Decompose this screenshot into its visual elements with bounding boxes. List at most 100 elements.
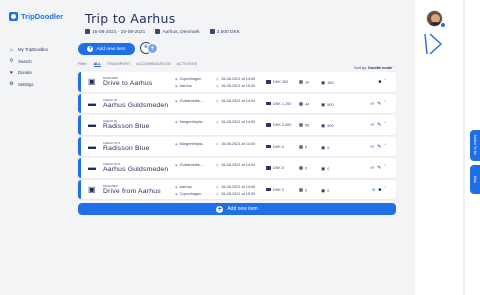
sort-value: Doodle mode (368, 66, 393, 70)
list-item[interactable]: ▣ ROADTRIP Drive from Aarhus Aarhus Cope… (78, 179, 396, 199)
scrollbar[interactable] (463, 0, 465, 295)
bed-icon: ▬ (88, 163, 96, 172)
link-icon[interactable]: ∞ (372, 187, 376, 193)
chevron-down-icon[interactable]: ˇ (384, 122, 386, 128)
item-co2: 56 (299, 123, 309, 128)
add-new-item-button[interactable]: + Add new item (78, 43, 135, 55)
tab-notes-todo[interactable]: Notes/ To Do (470, 130, 480, 161)
item-end: 15-08-2021 at 15:30 (216, 84, 255, 88)
item-co2: 10 (299, 80, 309, 85)
tab-activities[interactable]: ACTIVITIES (177, 62, 198, 67)
trip-budget-text: 3,500 DKK (216, 30, 240, 35)
chevron-down-icon[interactable]: ˇ (384, 187, 386, 193)
tab-transport[interactable]: TRANSPORT (107, 62, 130, 67)
item-start: 15-08-2021 at 14:00 (216, 77, 255, 81)
link-icon[interactable]: ∞ (371, 101, 375, 107)
sidebar-item-label: My TripDoodles (18, 47, 48, 53)
sidebar-item-settings[interactable]: ⚙ Settings (9, 79, 48, 91)
list-item[interactable]: ▬ CHECK IN Radisson Blue Margrethepla...… (78, 115, 396, 135)
chevron-down-icon[interactable]: ˇ (384, 165, 386, 171)
item-from: Guldsmedie... (175, 99, 203, 103)
link-icon[interactable]: ∞ (371, 144, 375, 150)
item-co2: 0 (299, 188, 307, 192)
item-price: DKK 2,000 (266, 123, 291, 127)
item-price: DKK 1,200 (266, 102, 291, 106)
car-icon: ▣ (88, 77, 96, 86)
item-distance: 150 (321, 80, 333, 86)
item-actions: ∞ ✎ ˇ (371, 101, 386, 107)
sidebar-nav: ⌂ My TripDoodles ⚲ Search ♥ Donate ⚙ Set… (9, 44, 48, 90)
sort-label: Sort by: (354, 66, 368, 70)
sidebar-item-label: Donate (18, 70, 32, 76)
item-actions: ∞ ✎ ˇ (371, 165, 386, 171)
plus-icon: + (216, 205, 224, 213)
item-distance: 500 (321, 123, 333, 129)
item-name: Radisson Blue (103, 123, 150, 130)
trip-dates: 15-08-2021 - 20-08-2021 (85, 29, 145, 35)
chevron-down-icon[interactable]: ˇ (384, 144, 386, 150)
item-from: Margrethepla... (175, 142, 206, 146)
tab-accommodation[interactable]: ACCOMMODATION (136, 62, 170, 67)
list-item[interactable]: ▣ ROADTRIP Drive to Aarhus Copenhagen Aa… (78, 72, 396, 92)
brand-name: TripDoodler (21, 12, 64, 21)
item-name: Drive from Aarhus (103, 187, 161, 195)
item-distance: 0 (321, 145, 329, 151)
item-to: Copenhagen (175, 192, 202, 196)
plus-icon: + (87, 46, 94, 52)
sidebar-item-label: Settings (18, 81, 34, 87)
item-co2: 0 (299, 166, 307, 171)
item-start: 15-08-2021 at 14:00 (216, 163, 255, 167)
list-item[interactable]: ▬ CHECK IN Aarhus Guldsmeden Guldsmedie.… (78, 93, 396, 113)
chevron-down-icon: ˇ (393, 66, 395, 70)
link-icon[interactable]: ∞ (371, 165, 375, 171)
page-title: Trip to Aarhus (85, 11, 176, 26)
list-item[interactable]: ▬ CHECK OUT Radisson Blue Margrethepla..… (78, 136, 396, 156)
item-price: DKK 300 (266, 80, 288, 84)
chevron-down-icon[interactable]: ˇ (384, 79, 386, 85)
link-icon[interactable]: ∞ (371, 122, 375, 128)
item-price: DKK 0 (266, 188, 284, 192)
add-new-item-label: Add new item (96, 46, 126, 52)
collapse-arrow-icon[interactable] (423, 32, 443, 56)
app-logo[interactable]: TripDoodler (9, 12, 63, 21)
sidebar-item-my-tripdoodles[interactable]: ⌂ My TripDoodles (9, 44, 48, 56)
item-price: DKK 0 (266, 166, 284, 170)
item-to: Aarhus (175, 84, 192, 88)
sidebar-item-search[interactable]: ⚲ Search (9, 56, 48, 68)
item-start: 15-08-2021 at 14:00 (216, 185, 255, 189)
trip-budget: 3,500 DKK (209, 29, 240, 35)
edit-icon[interactable]: ✎ (377, 144, 381, 150)
chevron-down-icon[interactable]: ˇ (384, 101, 386, 107)
tab-all[interactable]: ALL (93, 62, 101, 67)
item-actions: ∞ ✎ ˇ (371, 144, 386, 150)
item-start: 15-08-2021 at 14:00 (216, 99, 255, 103)
sort-control[interactable]: Sort by: Doodle mode ˇ (354, 66, 395, 70)
item-start: 15-08-2021 at 14:00 (216, 142, 255, 146)
edit-icon[interactable]: ✎ (377, 101, 381, 107)
calendar-icon (85, 29, 90, 34)
bed-icon: ▬ (88, 141, 96, 151)
tab-map[interactable]: Map (470, 165, 480, 194)
edit-icon[interactable]: ✎ (377, 122, 381, 128)
heart-icon: ♥ (10, 69, 13, 76)
add-member-button[interactable]: + (147, 43, 158, 54)
bed-icon: ▬ (88, 98, 96, 108)
item-co2: 44 (299, 102, 309, 106)
add-new-item-bottom-button[interactable]: + Add new item (78, 203, 396, 215)
item-from: Copenhagen (175, 77, 202, 81)
item-price: DKK 0 (266, 145, 284, 149)
online-status-badge (440, 22, 446, 28)
item-distance: 500 (321, 102, 333, 108)
list-item[interactable]: ▬ CHECK OUT Aarhus Guldsmeden Guldsmedie… (78, 158, 396, 178)
sidebar: TripDoodler ⌂ My TripDoodles ⚲ Search ♥ … (0, 0, 72, 295)
item-distance: 0 (321, 188, 329, 194)
item-name: Aarhus Guldsmeden (103, 101, 169, 109)
add-new-item-bottom-label: Add new item (227, 206, 258, 212)
filter-tabs: Filter: ALL TRANSPORT ACCOMMODATION ACTI… (78, 62, 197, 67)
item-start: 15-08-2021 at 14:00 (216, 120, 255, 124)
lock-icon[interactable]: ■ (378, 79, 381, 85)
edit-icon[interactable]: ✎ (377, 165, 381, 171)
lock-icon[interactable]: ■ (378, 187, 381, 193)
sidebar-item-donate[interactable]: ♥ Donate (9, 67, 48, 79)
itinerary-list: ▣ ROADTRIP Drive to Aarhus Copenhagen Aa… (78, 72, 396, 201)
